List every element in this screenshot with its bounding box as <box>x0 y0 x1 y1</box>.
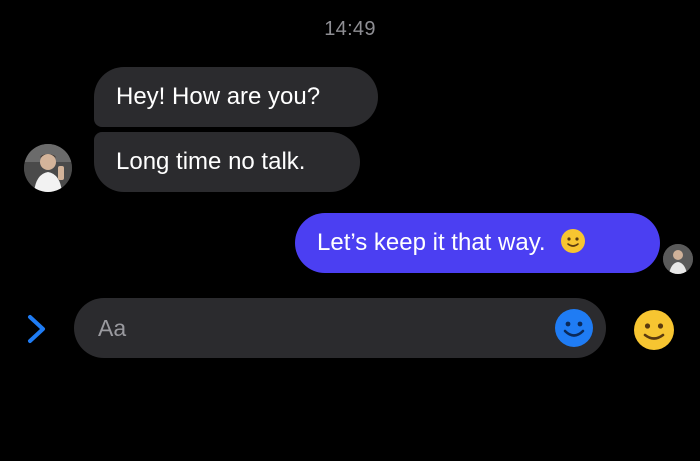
message-timestamp: 14:49 <box>324 18 376 40</box>
read-receipt-avatar <box>663 244 693 274</box>
slightly-smiling-face-icon[interactable] <box>632 308 676 352</box>
outgoing-message-bubble[interactable]: Let’s keep it that way. <box>295 213 660 273</box>
message-text: Hey! How are you? <box>116 83 321 110</box>
incoming-message-bubble[interactable]: Long time no talk. <box>94 132 360 192</box>
contact-avatar[interactable] <box>24 144 72 192</box>
slightly-smiling-face-icon <box>561 229 586 253</box>
chevron-right-icon[interactable] <box>24 312 50 346</box>
message-text: Let’s keep it that way. <box>317 229 546 256</box>
message-input-placeholder: Aa <box>98 315 127 341</box>
message-text: Long time no talk. <box>116 148 306 175</box>
message-input[interactable]: Aa <box>74 298 606 358</box>
smiley-icon[interactable] <box>553 307 595 349</box>
incoming-message-bubble[interactable]: Hey! How are you? <box>94 67 378 127</box>
